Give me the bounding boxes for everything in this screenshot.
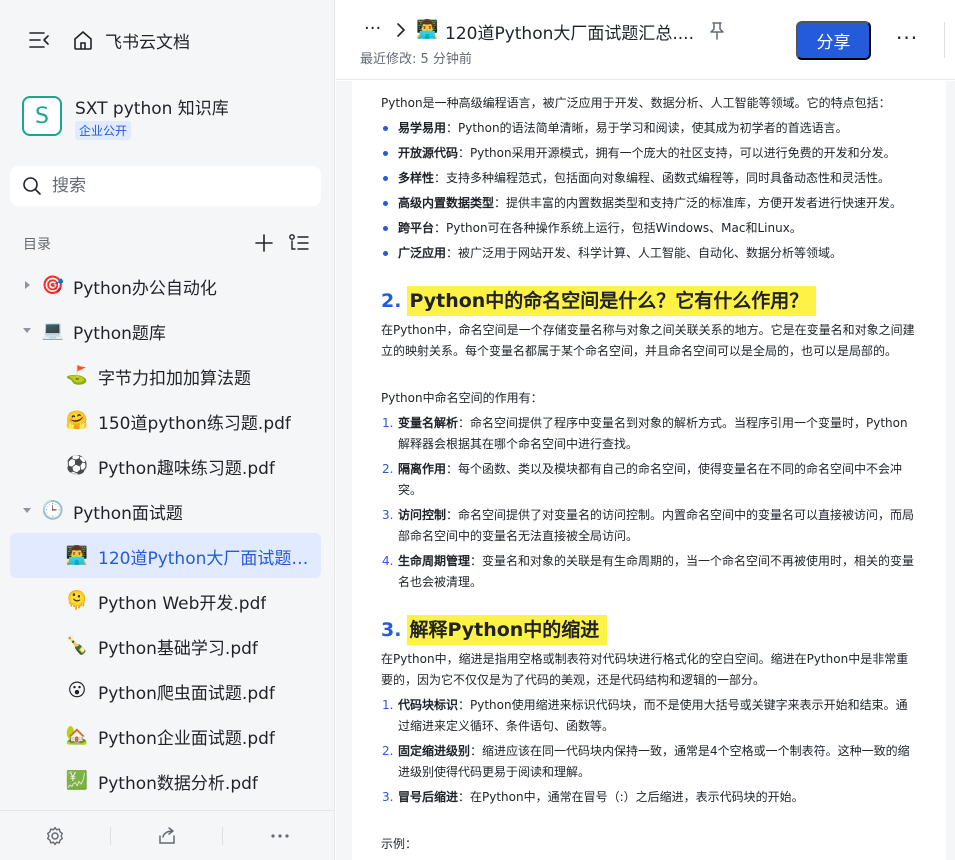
indentation-paragraph: 在Python中，缩进是指用空格或制表符对代码块进行格式化的空白空间。缩进在Py… (381, 652, 909, 687)
pin-icon[interactable] (709, 22, 725, 40)
toc-item-label: 150道python练习题.pdf (98, 414, 291, 434)
toc-item-python-office[interactable]: 🎯 Python办公自动化 (10, 263, 321, 308)
toc-item-bytedance-leetcode[interactable]: ⛳ 字节力扣加加算法题 (10, 353, 321, 398)
chevron-right-icon (397, 23, 405, 37)
search-input[interactable] (52, 172, 302, 200)
toc-item-label: Python面试题 (73, 504, 183, 524)
more-icon[interactable] (270, 826, 290, 846)
section-heading-namespace: 2. Python中的命名空间是什么？它有什么作用？ (381, 286, 918, 316)
golf-flag-icon: ⛳ (65, 364, 89, 386)
hugging-face-icon: 🤗 (65, 409, 89, 431)
toc-header: 目录 (23, 231, 313, 257)
technologist-icon: 👨‍💻 (65, 544, 89, 566)
space-logo: S (22, 96, 62, 136)
target-icon: 🎯 (41, 274, 65, 296)
space-visibility-badge: 企业公开 (75, 121, 132, 140)
toc-item-label: Python趣味练习题.pdf (98, 459, 275, 479)
list-item: 2. 隔离作用：每个函数、类以及模块都有自己的命名空间，使得变量名在不同的命名空间… (382, 462, 903, 497)
toc-item-label: Python数据分析.pdf (98, 774, 258, 794)
toc-item-enterprise-interview[interactable]: 🏡 Python企业面试题.pdf (10, 713, 321, 758)
intro-paragraph: Python是一种高级编程语言，被广泛应用于开发、数据分析、人工智能等领域。它的… (381, 96, 891, 110)
toc-item-label: Python基础学习.pdf (98, 639, 258, 659)
home-icon[interactable] (72, 29, 94, 51)
toc-item-label: Python办公自动化 (73, 279, 217, 299)
example-label: 示例： (381, 837, 418, 851)
list-item: 开放源代码：Python采用开源模式，拥有一个庞大的社区支持，可以进行免费的开发… (381, 143, 918, 164)
toc-item-120-interview-questions[interactable]: 👨‍💻 120道Python大厂面试题汇... (10, 533, 321, 578)
doc-title[interactable]: 120道Python大厂面试题汇总.... (445, 19, 694, 44)
clock-icon: 🕒 (41, 499, 65, 521)
gear-icon[interactable] (45, 826, 65, 846)
list-item: 1. 代码块标识：Python使用缩进来标识代码块，而不是使用大括号或关键字来表示… (382, 698, 908, 733)
surprised-face-icon: 😮 (67, 679, 87, 701)
more-options-icon[interactable]: ··· (896, 26, 918, 50)
bottle-icon: 🍾 (65, 634, 89, 656)
toc-tree: 🎯 Python办公自动化 💻 Python题库 ⛳ 字节力扣加加算法题 🤗 1… (10, 263, 321, 803)
share-button[interactable]: 分享 (796, 21, 871, 60)
doc-header: ··· 👨‍💻 120道Python大厂面试题汇总.... 最近修改: 5 分钟… (336, 0, 955, 80)
toc-item-crawler-interview[interactable]: 😮 Python爬虫面试题.pdf (10, 668, 321, 713)
toc-item-label: 字节力扣加加算法题 (98, 369, 251, 389)
toc-item-label: Python Web开发.pdf (98, 594, 267, 614)
toc-item-python-basics[interactable]: 🍾 Python基础学习.pdf (10, 623, 321, 668)
toc-label: 目录 (23, 237, 51, 253)
house-icon: 🏡 (65, 724, 89, 746)
sidebar-top-bar: 飞书云文档 (0, 20, 335, 60)
soccer-ball-icon: ⚽ (65, 454, 89, 476)
share-export-icon[interactable] (157, 826, 177, 846)
last-modified: 最近修改: 5 分钟前 (360, 52, 472, 67)
melting-face-icon: 🫠 (65, 589, 89, 611)
toc-item-python-question-bank[interactable]: 💻 Python题库 (10, 308, 321, 353)
chart-icon: 💹 (65, 769, 89, 791)
list-item: 2. 固定缩进级别：缩进应该在同一代码块内保持一致，通常是4个空格或一个制表符。这… (382, 744, 910, 779)
sidebar-footer (0, 810, 335, 860)
knowledge-space-header[interactable]: S SXT python 知识库 企业公开 (22, 94, 322, 144)
collapse-arrow-icon[interactable] (22, 505, 32, 515)
list-item: 1. 变量名解析：命名空间提供了程序中变量名到对象的解析方式。当程序引用一个变量时… (382, 416, 908, 451)
collapse-sidebar-icon[interactable] (28, 30, 50, 50)
toc-item-150-exercises[interactable]: 🤗 150道python练习题.pdf (10, 398, 321, 443)
collapse-arrow-icon[interactable] (22, 325, 32, 335)
toc-item-fun-exercises[interactable]: ⚽ Python趣味练习题.pdf (10, 443, 321, 488)
namespace-paragraph: 在Python中，命名空间是一个存储变量名称与对象之间关联关系的地方。它是在变量… (381, 323, 915, 358)
document-area: Python是一种高级编程语言，被广泛应用于开发、数据分析、人工智能等领域。它的… (336, 81, 955, 860)
namespace-role-list: 1. 变量名解析：命名空间提供了程序中变量名到对象的解析方式。当程序引用一个变量时… (381, 413, 918, 593)
section-heading-indentation: 3. 解释Python中的缩进 (381, 615, 918, 645)
toc-item-python-web[interactable]: 🫠 Python Web开发.pdf (10, 578, 321, 623)
list-item: 跨平台：Python可在各种操作系统上运行，包括Windows、Mac和Linu… (381, 218, 918, 239)
doc-technologist-icon: 👨‍💻 (416, 19, 439, 40)
document-page: Python是一种高级编程语言，被广泛应用于开发、数据分析、人工智能等领域。它的… (352, 81, 946, 860)
app-brand[interactable]: 飞书云文档 (105, 28, 190, 53)
list-item: 易学易用：Python的语法简单清晰，易于学习和阅读，使其成为初学者的首选语言。 (381, 118, 918, 139)
indentation-list: 1. 代码块标识：Python使用缩进来标识代码块，而不是使用大括号或关键字来表示… (381, 695, 918, 808)
list-item: 多样性：支持多种编程范式，包括面向对象编程、函数式编程等，同时具备动态性和灵活性… (381, 168, 918, 189)
toc-item-label: 120道Python大厂面试题汇... (98, 549, 318, 569)
sidebar: 飞书云文档 S SXT python 知识库 企业公开 目录 🎯 Python办… (0, 0, 335, 860)
toc-item-label: Python爬虫面试题.pdf (98, 684, 275, 704)
list-item: 3. 冒号后缩进：在Python中，通常在冒号（:）之后缩进，表示代码块的开始。 (382, 790, 804, 804)
list-item: 3. 访问控制：命名空间提供了对变量名的访问控制。内置命名空间中的变量名可以直接被… (382, 508, 915, 543)
laptop-icon: 💻 (41, 319, 65, 341)
add-page-icon[interactable] (254, 233, 274, 253)
header-divider (944, 22, 945, 58)
toc-item-label: Python企业面试题.pdf (98, 729, 275, 749)
breadcrumb-more[interactable]: ··· (364, 18, 381, 39)
list-item: 广泛应用：被广泛用于网站开发、科学计算、人工智能、自动化、数据分析等领域。 (381, 243, 918, 264)
toc-item-python-interview[interactable]: 🕒 Python面试题 (10, 488, 321, 533)
space-name: SXT python 知识库 (75, 99, 229, 119)
toc-item-data-analysis[interactable]: 💹 Python数据分析.pdf (10, 758, 321, 803)
search-box[interactable] (10, 166, 321, 206)
namespace-role-intro: Python中命名空间的作用有： (381, 391, 543, 405)
expand-arrow-icon[interactable] (22, 280, 32, 290)
list-item: 4. 生命周期管理：变量名和对象的关联是有生命周期的，当一个命名空间不再被使用时，… (382, 554, 915, 589)
toc-item-label: Python题库 (73, 324, 166, 344)
search-icon (23, 177, 41, 195)
list-item: 高级内置数据类型：提供丰富的内置数据类型和支持广泛的标准库，方便开发者进行快速开… (381, 193, 918, 214)
outline-view-icon[interactable] (288, 233, 310, 253)
feature-list: 易学易用：Python的语法简单清晰，易于学习和阅读，使其成为初学者的首选语言。… (381, 118, 918, 264)
